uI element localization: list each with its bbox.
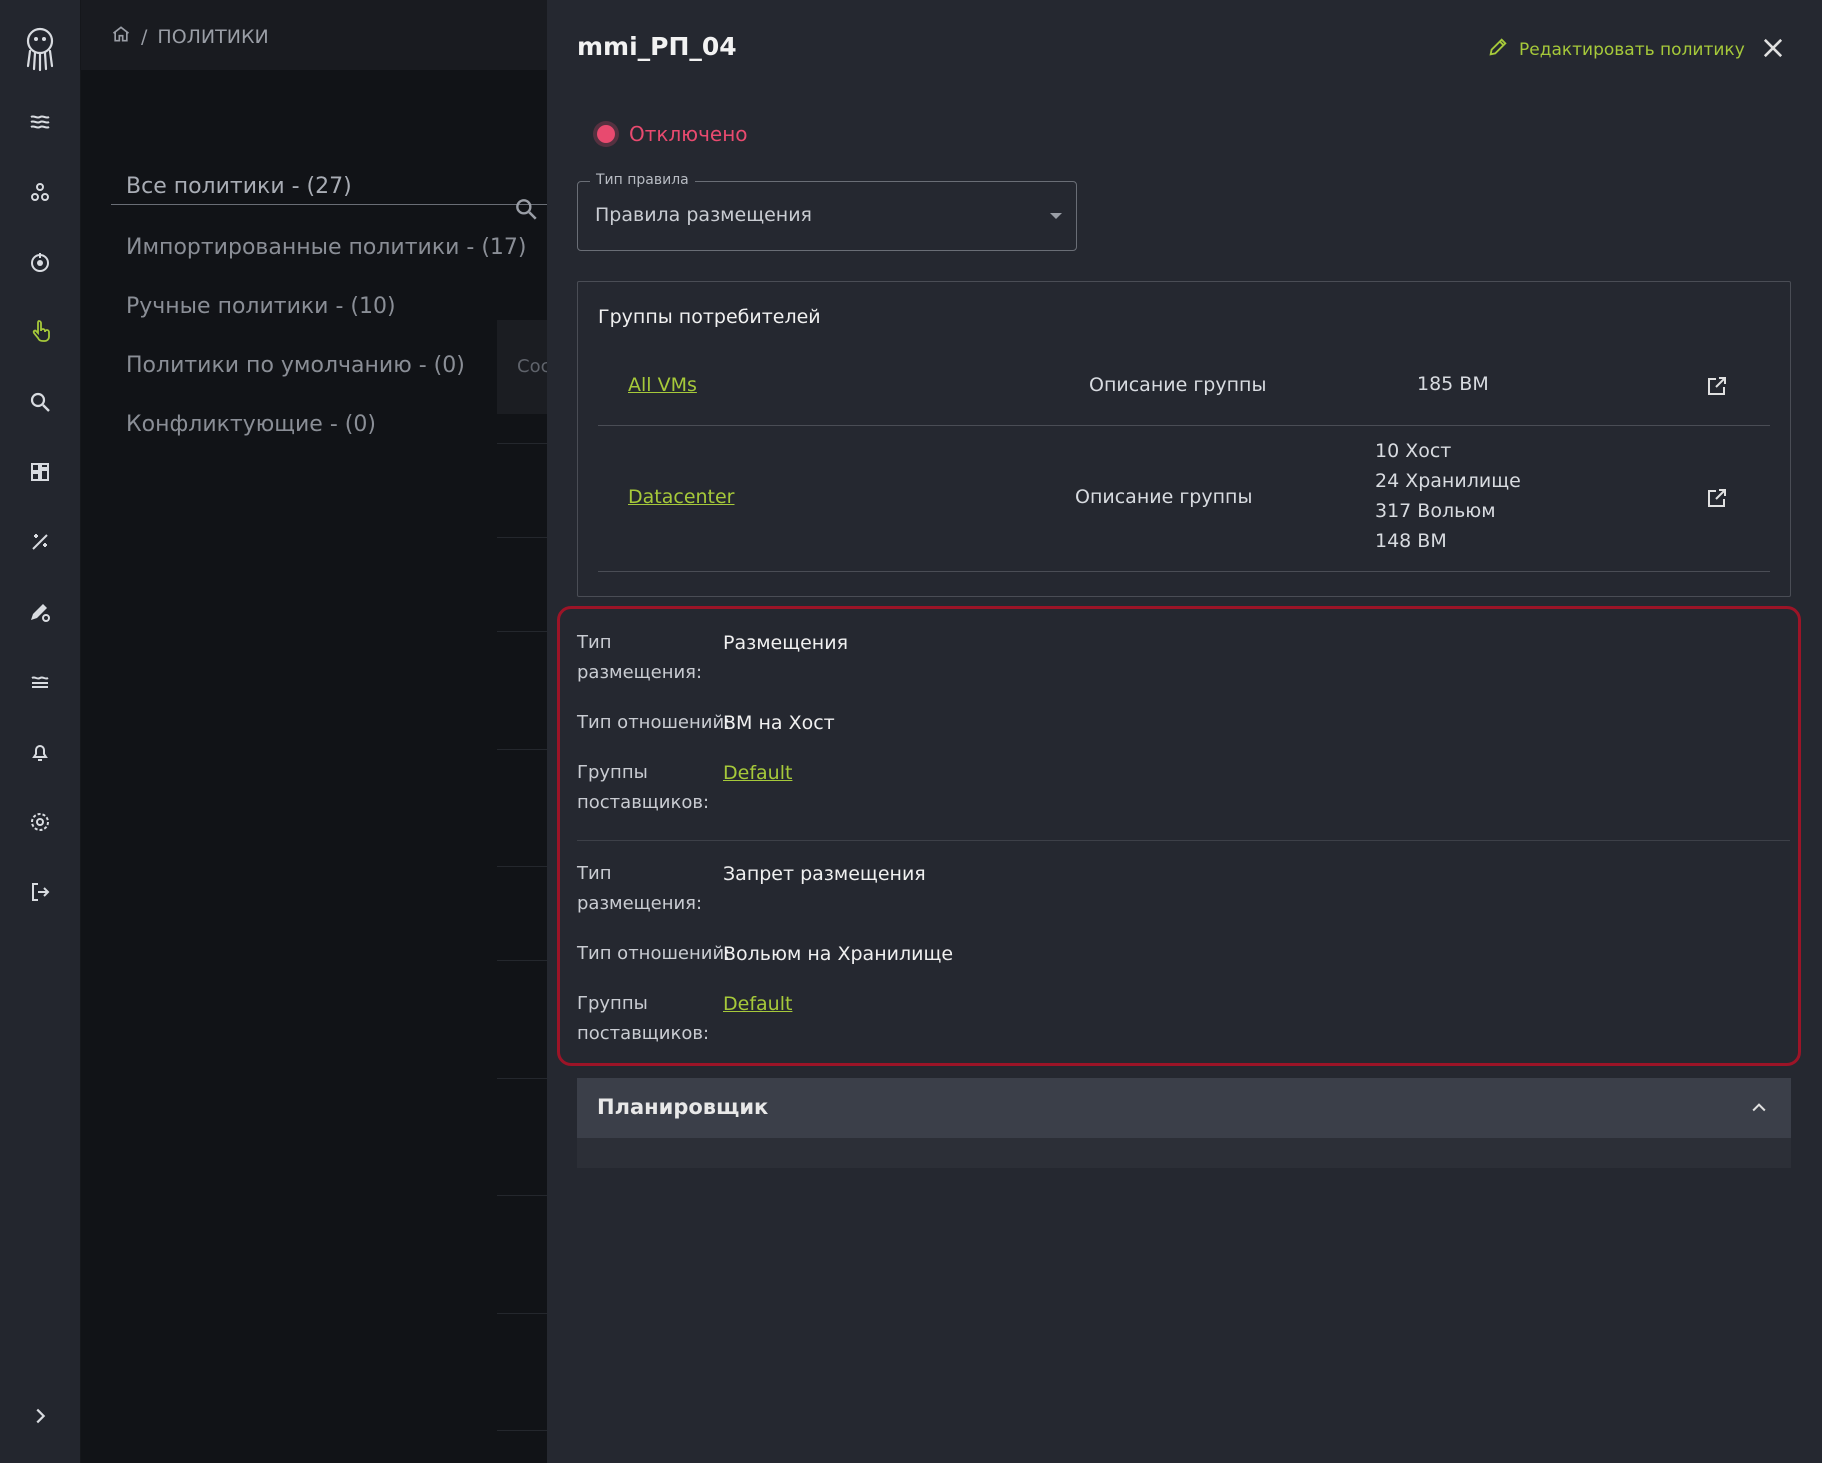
count-volumes: 317 Вольюм [1375,500,1496,522]
nodes-icon[interactable] [24,176,56,208]
provider-group-link[interactable]: Default [723,758,792,788]
placement-rules-panel: Тип размещения: Размещения Тип отношений… [557,606,1801,1066]
consumer-groups-title: Группы потребителей [598,306,821,328]
layers-icon[interactable] [24,666,56,698]
tab-imported-policies[interactable]: Импортированные политики - (17) [111,224,551,283]
dashboard-icon[interactable] [24,456,56,488]
tab-all-policies[interactable]: Все политики - (27) [111,165,551,205]
planner-accordion-body [577,1138,1791,1168]
logout-icon[interactable] [24,876,56,908]
relation-type-label: Тип отношений: [577,712,731,733]
gear-icon[interactable] [24,806,56,838]
count-hosts: 10 Хост [1375,440,1452,462]
placement-type-label: Тип размещения: [577,863,703,914]
placement-type-value: Размещения [723,632,849,654]
relation-type-value: Вольюм на Хранилище [723,943,954,965]
planner-title: Планировщик [597,1095,769,1119]
rule-type-label: Тип правила [590,172,695,188]
search-icon[interactable] [513,196,541,224]
planner-accordion-header[interactable]: Планировщик [577,1078,1791,1138]
count-vms: 148 ВМ [1375,530,1447,552]
open-external-icon[interactable] [1705,374,1729,398]
provider-groups-label: Группы поставщиков: [577,993,710,1044]
tab-default-policies[interactable]: Политики по умолчанию - (0) [111,342,551,401]
provider-groups-label: Группы поставщиков: [577,762,710,813]
breadcrumb-separator: / [141,25,148,48]
rule-type-select[interactable]: Тип правила Правила размещения [577,172,1077,251]
breadcrumb-current: ПОЛИТИКИ [157,25,269,48]
sidebar [0,0,81,1463]
waves-icon[interactable] [24,106,56,138]
tab-conflicting-policies[interactable]: Конфликтующие - (0) [111,401,551,460]
relation-type-value: ВМ на Хост [723,712,835,734]
placement-type-label: Тип размещения: [577,632,703,683]
bell-icon[interactable] [24,736,56,768]
group-description: Описание группы [1089,374,1267,396]
policy-details-drawer: mmi_РП_04 Редактировать политику Отключе… [547,0,1822,1463]
table-row: All VMs Описание группы 185 ВМ [598,346,1770,426]
group-link-all-vms[interactable]: All VMs [628,374,697,396]
expand-sidebar-icon[interactable] [24,1400,56,1432]
count-storages: 24 Хранилище [1375,470,1521,492]
relation-type-label: Тип отношений: [577,943,731,964]
close-icon[interactable] [1759,34,1787,62]
rule-divider [577,840,1790,841]
caret-down-icon [1050,213,1062,219]
target-icon[interactable] [24,246,56,278]
pen-gear-icon[interactable] [24,596,56,628]
edit-policy-label: Редактировать политику [1519,39,1745,60]
status-dot-icon [597,125,615,143]
tab-manual-policies[interactable]: Ручные политики - (10) [111,283,551,342]
pencil-icon [1487,36,1509,63]
group-counts: 10 Хост 24 Хранилище 317 Вольюм 148 ВМ [1375,436,1521,556]
policy-tabs: Все политики - (27) Импортированные поли… [111,165,551,460]
breadcrumb: / ПОЛИТИКИ [111,24,269,49]
home-icon[interactable] [111,24,131,49]
consumer-groups-panel: Группы потребителей All VMs Описание гру… [577,281,1791,597]
octopus-logo-icon[interactable] [20,24,60,74]
policy-title: mmi_РП_04 [577,32,737,61]
status-text: Отключено [629,122,748,146]
group-link-datacenter[interactable]: Datacenter [628,486,735,508]
rule-type-value: Правила размещения [595,204,812,226]
sparkle-icon[interactable] [24,526,56,558]
placement-type-value: Запрет размещения [723,863,926,885]
edit-policy-button[interactable]: Редактировать политику [1487,36,1745,63]
chevron-up-icon[interactable] [1749,1098,1769,1118]
provider-group-link[interactable]: Default [723,989,792,1019]
hand-pointer-icon[interactable] [24,316,56,348]
status-indicator: Отключено [597,122,748,146]
group-description: Описание группы [1075,486,1253,508]
search-nav-icon[interactable] [24,386,56,418]
group-count: 185 ВМ [1417,373,1489,395]
open-external-icon[interactable] [1705,486,1729,510]
table-row: Datacenter Описание группы 10 Хост 24 Хр… [598,426,1770,572]
